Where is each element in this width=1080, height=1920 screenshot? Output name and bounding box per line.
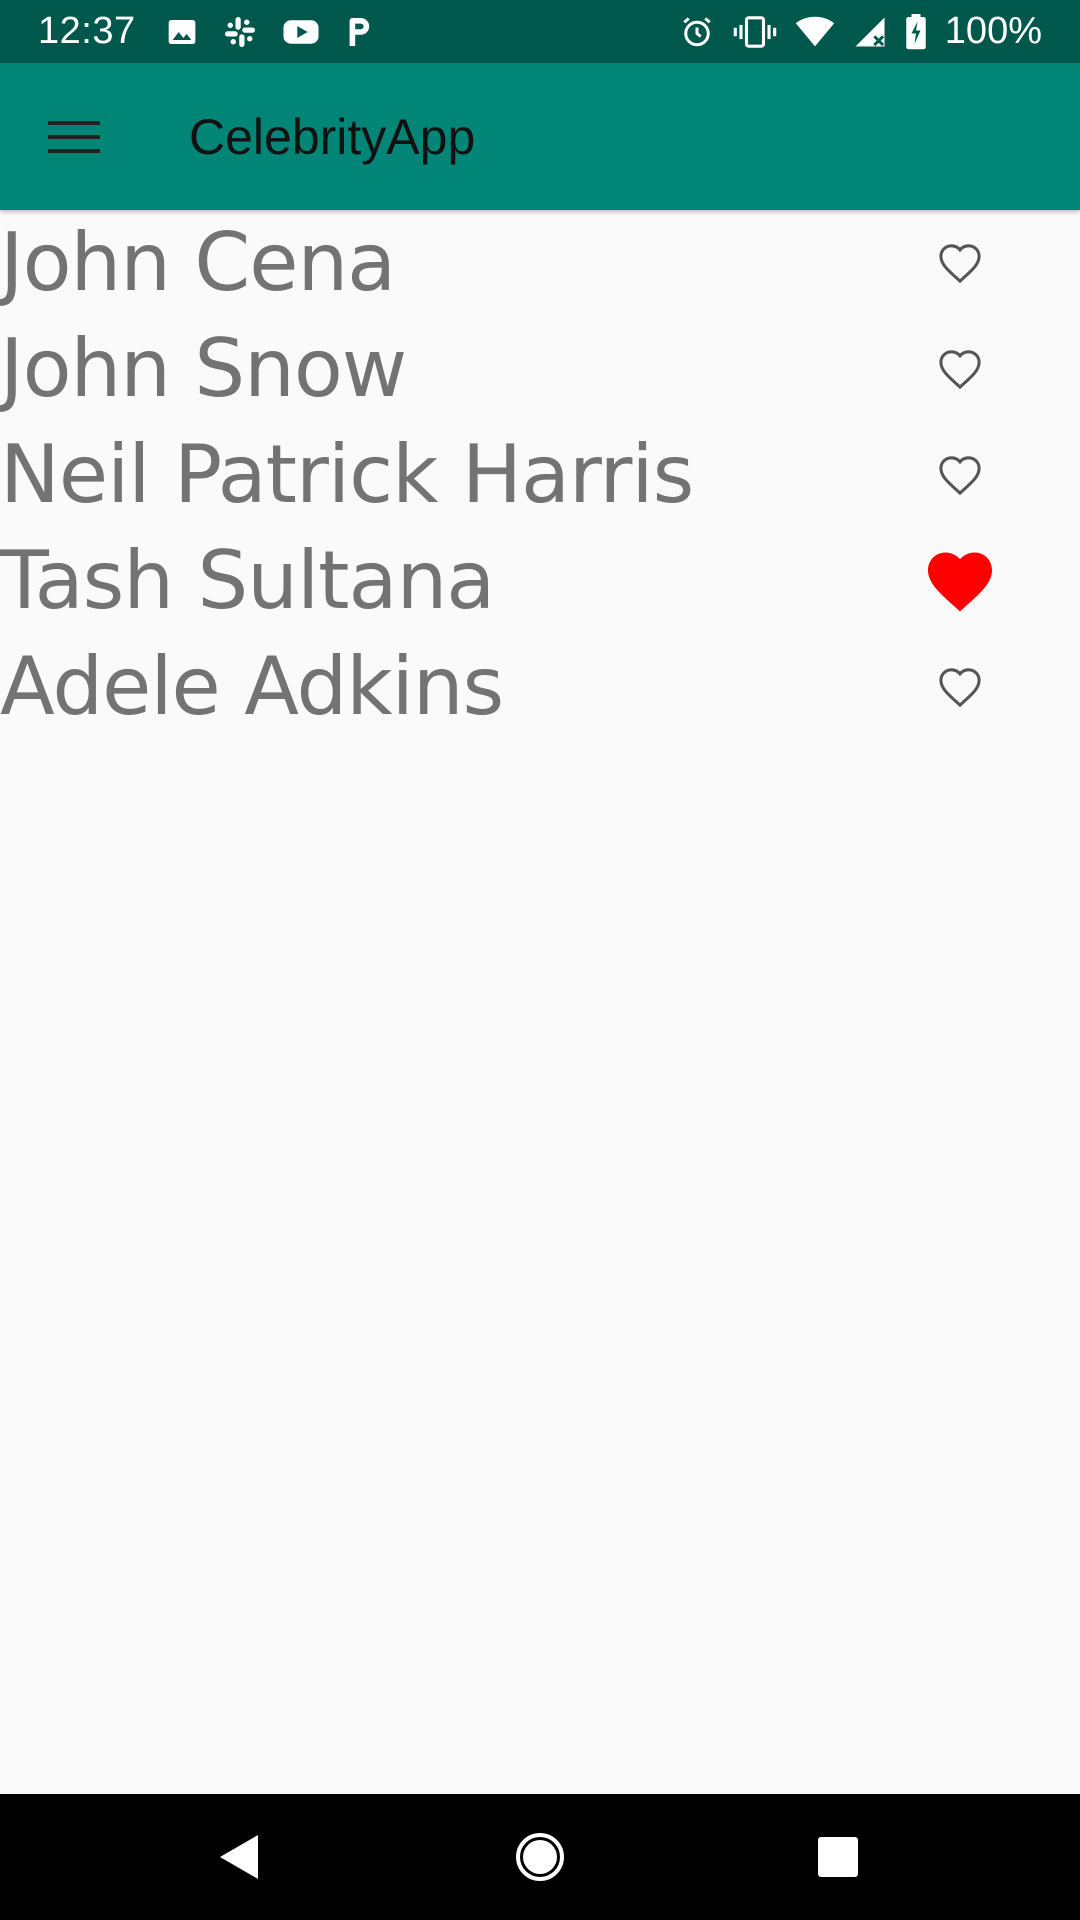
- battery-percentage: 100%: [944, 10, 1042, 52]
- slack-icon: [224, 16, 255, 47]
- favorite-button[interactable]: [920, 435, 1000, 515]
- status-time: 12:37: [38, 10, 136, 52]
- app-toolbar: CelebrityApp: [0, 63, 1080, 210]
- celebrity-list: John Cena John Snow Neil Patrick Harris …: [0, 210, 1080, 740]
- hamburger-menu-icon: [47, 120, 100, 153]
- list-item[interactable]: Adele Adkins: [0, 634, 1080, 740]
- celebrity-name: John Cena: [0, 216, 396, 309]
- home-button[interactable]: [477, 1794, 603, 1920]
- alarm-icon: [683, 16, 711, 46]
- recents-icon: [818, 1837, 858, 1877]
- wifi-icon: [795, 16, 834, 46]
- recents-button[interactable]: [775, 1794, 901, 1920]
- list-item[interactable]: John Snow: [0, 316, 1080, 422]
- favorite-button[interactable]: [920, 647, 1000, 727]
- list-item[interactable]: John Cena: [0, 210, 1080, 316]
- heart-outline-icon: [939, 456, 981, 496]
- status-bar: 12:37 100%: [0, 0, 1080, 63]
- list-item[interactable]: Neil Patrick Harris: [0, 422, 1080, 528]
- system-status-icons: 100%: [679, 10, 1042, 53]
- heart-filled-icon: [928, 552, 992, 612]
- back-button[interactable]: [176, 1794, 302, 1920]
- home-icon: [516, 1833, 564, 1881]
- youtube-icon: [283, 19, 319, 44]
- celebrity-name: Tash Sultana: [0, 534, 495, 627]
- toolbar-title: CelebrityApp: [189, 108, 476, 165]
- cell-signal-icon: [855, 16, 885, 47]
- heart-outline-icon: [939, 350, 981, 390]
- celebrity-name: Adele Adkins: [0, 640, 504, 733]
- celebrity-name: John Snow: [0, 322, 407, 415]
- heart-outline-icon: [939, 668, 981, 708]
- favorite-button[interactable]: [920, 223, 1000, 303]
- favorite-button[interactable]: [920, 541, 1000, 621]
- battery-charging-icon: [906, 13, 926, 49]
- notification-icons: [166, 14, 372, 50]
- list-item[interactable]: Tash Sultana: [0, 528, 1080, 634]
- celebrity-name: Neil Patrick Harris: [0, 428, 694, 521]
- image-icon: [168, 19, 195, 44]
- favorite-button[interactable]: [920, 329, 1000, 409]
- system-navigation-bar: [0, 1794, 1080, 1920]
- paypal-icon: [349, 17, 369, 46]
- vibrate-icon: [733, 15, 777, 48]
- menu-button[interactable]: [0, 63, 147, 210]
- heart-outline-icon: [939, 244, 981, 284]
- back-icon: [220, 1835, 258, 1879]
